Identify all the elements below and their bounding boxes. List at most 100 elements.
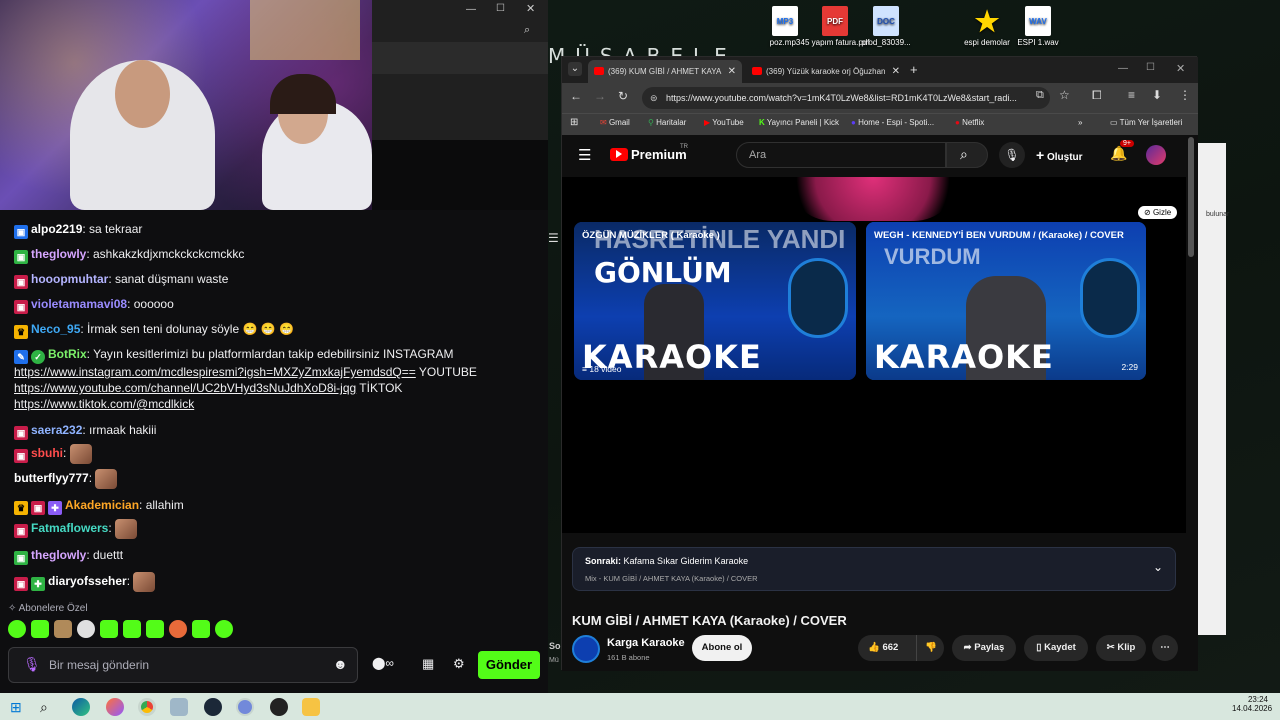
share-button[interactable]: ➦ Paylaş [952,635,1016,661]
chat-username[interactable]: saera232 [31,423,82,437]
emote-icon[interactable] [215,620,233,638]
more-actions-button[interactable]: ⋯ [1152,635,1178,661]
microphone-icon[interactable]: 🎙 [999,142,1025,168]
emote-icon[interactable] [192,620,210,638]
discord-icon[interactable] [236,698,254,716]
emote-icon[interactable] [169,620,187,638]
maximize-icon[interactable]: ☐ [496,3,505,14]
reload-icon[interactable]: ↻ [618,89,628,103]
tiktok-link[interactable]: https://www.tiktok.com/@mcdlkick [14,397,194,411]
hide-button[interactable]: ⊘ Gizle [1138,206,1178,219]
site-info-icon[interactable]: ⊜ [650,87,658,109]
send-button[interactable]: Gönder [478,651,540,679]
apps-icon[interactable]: ⊞ [570,117,578,128]
hamburger-icon[interactable]: ☰ [548,231,559,245]
microphone-icon[interactable]: 🎙 [23,656,41,673]
tab-search-icon[interactable]: ⌄ [568,62,582,76]
channel-avatar[interactable] [572,635,600,663]
emote-icon[interactable] [31,620,49,638]
media-icon[interactable]: ≡ [1128,88,1135,102]
bookmark-star-icon[interactable]: ☆ [1059,88,1070,102]
clip-button[interactable]: ✂ Klip [1096,635,1146,661]
zoom-icon[interactable]: ⌕ [524,24,530,37]
bookmark-youtube[interactable]: ▶ YouTube [704,118,744,127]
dislike-button[interactable]: 👎 [916,635,937,661]
close-tab-icon[interactable]: ✕ [728,60,736,83]
gear-icon[interactable]: ⚙ [453,656,465,672]
avatar[interactable] [1146,145,1166,165]
steam-icon[interactable] [204,698,222,716]
chat-input[interactable]: 🎙 Bir mesaj gönderin ☻ [8,647,358,683]
chat-username[interactable]: hooopmuhtar [31,272,108,286]
emote-icon[interactable] [8,620,26,638]
create-button[interactable]: + Oluştur [1036,142,1098,168]
chat-username[interactable]: alpo2219 [31,222,82,236]
chevron-down-icon[interactable]: ⌄ [1153,560,1163,574]
bookmark-maps[interactable]: ⚲ Haritalar [648,118,686,127]
chat-username[interactable]: Neco_95 [31,322,80,336]
chat-username[interactable]: Fatmaflowers [31,521,108,535]
bookmark-spotify[interactable]: ● Home - Espi - Spoti... [851,118,934,127]
chrome-icon[interactable] [138,698,156,716]
file-explorer-icon[interactable] [302,698,320,716]
menu-icon[interactable]: ⋮ [1179,88,1191,102]
emote-icon[interactable] [54,620,72,638]
subscribe-button[interactable]: Abone ol [692,635,752,661]
chat-username[interactable]: butterflyy777 [14,471,89,485]
clock[interactable]: 23:24 14.04.2026 [1232,695,1272,713]
all-bookmarks[interactable]: ▭ Tüm Yer İşaretleri [1110,118,1182,127]
tab-kum-gibi[interactable]: (369) KUM GİBİ / AHMET KAYA ✕ [588,60,742,83]
extensions-icon[interactable]: ⧠ [1092,88,1102,103]
save-button[interactable]: ▯ Kaydet [1024,635,1088,661]
close-icon[interactable]: ✕ [1176,62,1185,75]
minimize-icon[interactable]: — [466,4,476,15]
forward-icon[interactable]: → [594,89,606,103]
maximize-icon[interactable]: ☐ [1146,62,1155,73]
like-button[interactable]: 👍 662 [868,642,898,653]
tab-yuzuk[interactable]: (369) Yüzük karaoke orj Öğuzhan ✕ [746,60,906,83]
obs-icon[interactable] [270,698,288,716]
search-icon[interactable]: ⌕ [40,698,58,716]
store-icon[interactable]: ▦ [422,656,434,672]
channel-name[interactable]: Karga Karaoke [607,637,685,649]
desktop-icon-espi-wav[interactable]: WAV ESPI 1.wav [1003,6,1073,47]
emote-icon[interactable] [123,620,141,638]
chat-username[interactable]: Akademician [65,498,139,512]
chat-username[interactable]: violetamamavi08 [31,297,127,311]
emote-icon[interactable] [77,620,95,638]
up-next-panel[interactable]: Sonraki: Kafama Sıkar Giderim Karaoke Mi… [572,547,1176,591]
desktop-icon-prod[interactable]: DOC prod_83039... [851,6,921,47]
emote-icon[interactable] [100,620,118,638]
bell-icon[interactable]: 🔔 [1110,145,1127,162]
endscreen-card-video[interactable]: VURDUM KARAOKE WEGH - KENNEDY'İ BEN VURD… [866,222,1146,380]
search-input[interactable]: Ara [736,142,946,168]
bookmark-netflix[interactable]: ● Netflix [955,118,984,127]
video-player[interactable]: ⊘ Gizle HASRETİNLE YANDI GÖNLÜM KARAOKE … [562,177,1186,533]
emoji-icon[interactable]: ☻ [333,656,348,672]
close-tab-icon[interactable]: ✕ [888,60,900,83]
hamburger-icon[interactable]: ☰ [578,146,591,164]
url-bar[interactable]: ⊜ https://www.youtube.com/watch?v=1mK4T0… [642,87,1050,109]
close-icon[interactable]: ✕ [526,2,535,15]
youtube-link[interactable]: https://www.youtube.com/channel/UC2bVHyd… [14,381,356,395]
install-icon[interactable]: ⧉ [1036,89,1044,102]
downloads-icon[interactable]: ⬇ [1152,88,1162,102]
background-dark-window[interactable]: — ☐ ✕ ⌕ [372,0,548,140]
emote-icon[interactable] [146,620,164,638]
chat-username[interactable]: sbuhi [31,446,63,460]
page-scrollbar[interactable] [1188,137,1194,257]
chat-username[interactable]: BotRix [48,347,87,361]
app-icon[interactable] [170,698,188,716]
firefox-icon[interactable] [106,698,124,716]
new-tab-icon[interactable]: + [910,62,918,77]
chat-username[interactable]: theglowly [31,548,86,562]
minimize-icon[interactable]: — [1118,63,1128,74]
more-bookmarks-icon[interactable]: » [1078,118,1082,127]
back-icon[interactable]: ← [570,89,582,103]
bookmark-gmail[interactable]: ✉ Gmail [600,118,630,127]
points-icon[interactable]: ⬤∞ [372,656,394,670]
search-button[interactable]: ⌕ [946,142,988,168]
background-window[interactable]: bulunar [1197,143,1229,635]
chat-username[interactable]: diaryofsseher [48,574,127,588]
edge-icon[interactable] [72,698,90,716]
